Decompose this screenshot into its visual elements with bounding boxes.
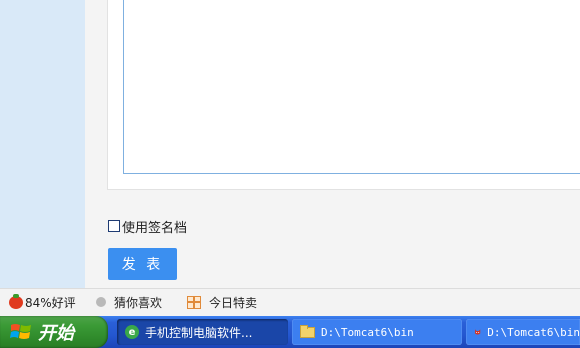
- task-label: D:\Tomcat6\bin: [487, 325, 580, 339]
- taskbar-item-folder[interactable]: D:\Tomcat6\bin: [292, 319, 462, 345]
- deals-text: 今日特卖: [209, 295, 258, 310]
- signature-option[interactable]: 使用签名档: [108, 217, 188, 236]
- signature-checkbox[interactable]: [108, 220, 120, 232]
- browser-icon: e: [125, 325, 139, 339]
- tomcat-icon: [475, 329, 481, 335]
- taskbar-item-tomcat[interactable]: D:\Tomcat6\bin: [466, 319, 580, 345]
- submit-button[interactable]: 发 表: [108, 248, 177, 280]
- guess-item[interactable]: 猜你喜欢: [96, 294, 162, 310]
- taskbar-item-browser[interactable]: e 手机控制电脑软件...: [117, 319, 288, 345]
- post-textarea[interactable]: [123, 0, 580, 174]
- rating-text: 84%好评: [25, 295, 76, 310]
- left-sidebar-panel: [0, 0, 85, 288]
- start-button[interactable]: 开始: [0, 316, 108, 348]
- status-bar: 84%好评 猜你喜欢 今日特卖: [0, 288, 580, 316]
- guess-text: 猜你喜欢: [114, 295, 163, 310]
- taskbar: 开始 e 手机控制电脑软件... D:\Tomcat6\bin D:\Tomca…: [0, 316, 580, 348]
- task-label: D:\Tomcat6\bin: [321, 325, 414, 339]
- windows-logo-icon: [10, 324, 31, 339]
- rating-item[interactable]: 84%好评: [9, 293, 76, 310]
- start-label: 开始: [38, 323, 74, 344]
- gift-icon: [187, 295, 201, 309]
- tomato-icon: [9, 293, 23, 309]
- task-label: 手机控制电脑软件...: [145, 325, 253, 340]
- dot-icon: [96, 297, 106, 307]
- signature-label: 使用签名档: [122, 220, 188, 236]
- folder-icon: [300, 324, 315, 338]
- deals-item[interactable]: 今日特卖: [187, 294, 257, 310]
